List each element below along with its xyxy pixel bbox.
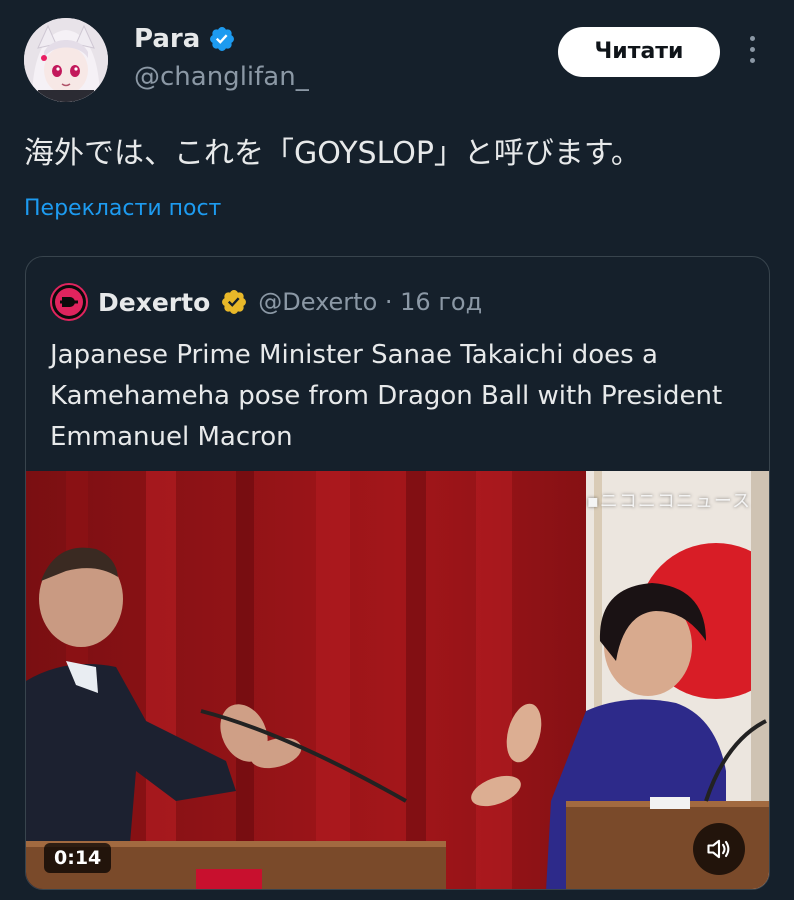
tweet-text: 海外では、これを「GOYSLOP」と呼びます。: [24, 136, 641, 171]
tweet: Para @changlifan_ Читати 海外では、これを「GOYSLO…: [0, 0, 794, 900]
author-handle[interactable]: @changlifan_: [134, 62, 309, 92]
quoted-tweet[interactable]: Dexerto @Dexerto · 16 год Japanese Prime…: [25, 256, 770, 890]
author-name-row: Para: [134, 24, 236, 54]
volume-icon: [707, 839, 730, 859]
more-options-icon[interactable]: [740, 36, 764, 68]
dexerto-avatar: [50, 283, 88, 321]
verified-badge-icon: [210, 27, 235, 51]
dexerto-logo-icon: [55, 288, 83, 316]
translate-post-link[interactable]: Перекласти пост: [24, 196, 221, 221]
quoted-display-name: Dexerto: [98, 287, 211, 317]
author-avatar[interactable]: [24, 18, 108, 102]
anime-avatar-icon: [24, 18, 108, 102]
video-frame: [26, 471, 769, 889]
quoted-handle-time: @Dexerto · 16 год: [258, 288, 483, 316]
follow-button[interactable]: Читати: [558, 27, 720, 77]
author-display-name[interactable]: Para: [134, 24, 200, 54]
quoted-tweet-text: Japanese Prime Minister Sanae Takaichi d…: [50, 340, 723, 452]
video-duration: 0:14: [44, 843, 112, 873]
video-player[interactable]: ▪ニコニコニュース 0:14: [26, 471, 769, 889]
quoted-tweet-header: Dexerto @Dexerto · 16 год: [50, 283, 482, 321]
niconico-news-logo: ▪ニコニコニュース: [586, 491, 751, 512]
gold-verified-badge-icon: [222, 290, 247, 314]
volume-button[interactable]: [693, 823, 745, 875]
